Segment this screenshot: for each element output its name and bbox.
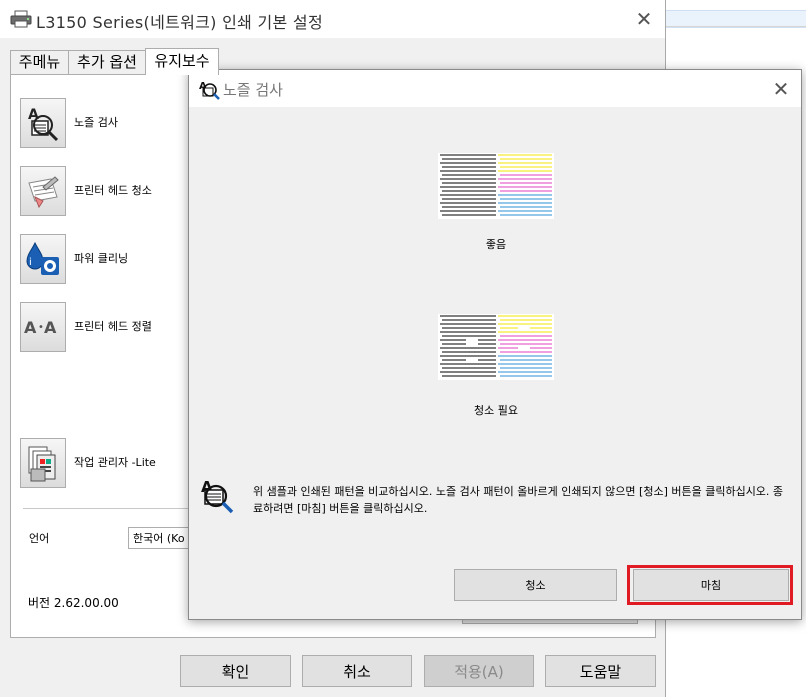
head-alignment-button[interactable]: A • A xyxy=(20,302,66,352)
background-divider xyxy=(666,26,806,27)
instruction-text: 위 샘플과 인쇄된 패턴을 비교하십시오. 노즐 검사 패턴이 올바르게 인쇄되… xyxy=(253,485,784,515)
bad-caption: 청소 필요 xyxy=(474,404,518,417)
head-cleaning-icon xyxy=(28,176,59,209)
nozzle-check-label: 노즐 검사 xyxy=(74,116,118,129)
good-nozzle-pattern-image xyxy=(438,153,554,219)
dialog-title: 노즐 검사 xyxy=(223,81,283,99)
tab-more-options[interactable]: 추가 옵션 xyxy=(68,50,146,74)
language-label: 언어 xyxy=(29,532,50,545)
cancel-button[interactable]: 취소 xyxy=(302,655,412,687)
job-manager-label: 작업 관리자 -Lite xyxy=(74,456,156,469)
nozzle-check-dialog: A 노즐 검사 ✕ 좋음 청소 필요 A 위 샘플과 인쇄된 패턴을 비교하십시… xyxy=(188,69,802,620)
tab-main-menu[interactable]: 주메뉴 xyxy=(10,50,69,74)
nozzle-check-icon: A xyxy=(28,107,59,142)
printer-icon xyxy=(10,10,32,28)
finish-button-highlight xyxy=(627,565,793,605)
svg-text:A: A xyxy=(24,318,37,337)
window-close-button[interactable]: ✕ xyxy=(630,6,658,32)
help-button[interactable]: 도움말 xyxy=(545,655,656,687)
power-cleaning-label: 파워 클리닝 xyxy=(74,252,129,265)
ok-button[interactable]: 확인 xyxy=(180,655,291,687)
apply-button[interactable]: 적용(A) xyxy=(424,655,534,687)
nozzle-check-icon: A xyxy=(199,81,220,100)
job-manager-icon xyxy=(28,446,56,482)
bad-nozzle-pattern-image xyxy=(438,314,554,380)
nozzle-check-button[interactable]: A xyxy=(20,98,66,148)
head-alignment-label: 프린터 헤드 정렬 xyxy=(74,320,152,333)
nozzle-check-info-icon: A xyxy=(201,478,234,514)
svg-text:i: i xyxy=(29,257,32,268)
svg-text:A: A xyxy=(44,318,57,337)
dialog-close-button[interactable]: ✕ xyxy=(767,75,795,103)
tab-maintenance[interactable]: 유지보수 xyxy=(145,48,219,75)
clean-button[interactable]: 청소 xyxy=(454,569,617,601)
dialog-body: 좋음 청소 필요 A 위 샘플과 인쇄된 패턴을 비교하십시오. 노즐 검사 패… xyxy=(190,107,800,617)
power-cleaning-button[interactable]: i xyxy=(20,234,66,284)
version-text: 버전 2.62.00.00 xyxy=(28,596,119,610)
dialog-title-bar: A 노즐 검사 ✕ xyxy=(189,70,801,107)
title-bar: L3150 Series(네트워크) 인쇄 기본 설정 ✕ xyxy=(0,0,665,38)
good-caption: 좋음 xyxy=(485,238,507,251)
head-cleaning-button[interactable] xyxy=(20,166,66,216)
head-cleaning-label: 프린터 헤드 청소 xyxy=(74,184,152,197)
power-cleaning-icon: i xyxy=(26,241,59,275)
head-alignment-icon: A • A xyxy=(24,318,57,337)
job-manager-button[interactable] xyxy=(20,438,66,488)
window-title: L3150 Series(네트워크) 인쇄 기본 설정 xyxy=(36,13,323,32)
